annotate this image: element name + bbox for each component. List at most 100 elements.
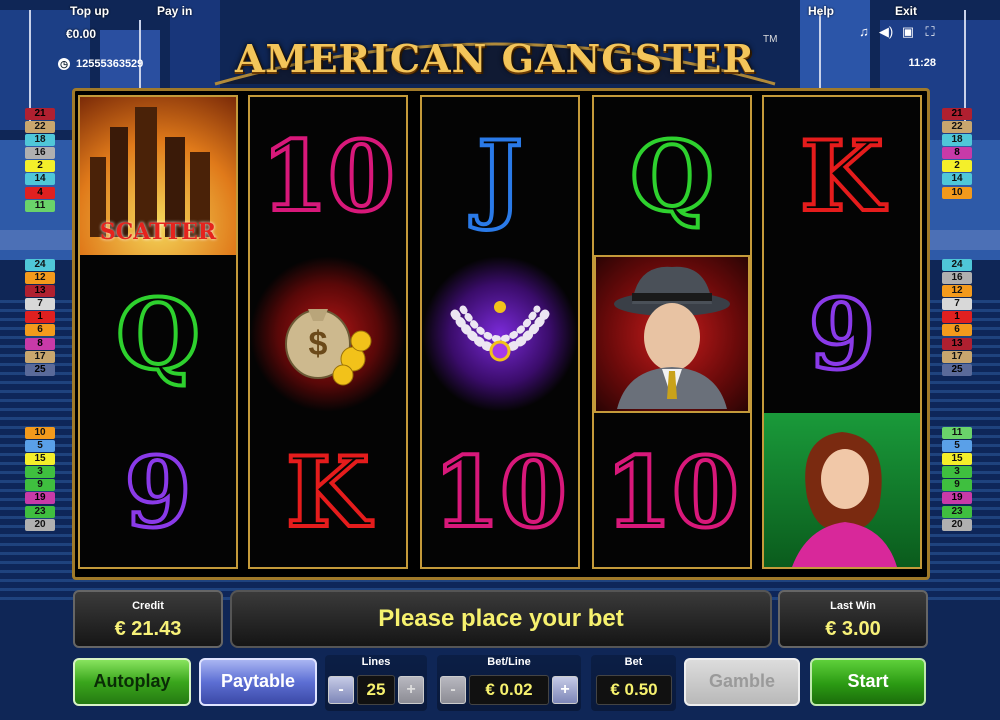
paytable-button[interactable]: Paytable <box>199 658 317 706</box>
line-indicator: 18 <box>25 134 55 147</box>
session-id: 12555363529 <box>76 58 144 70</box>
line-indicator: 25 <box>942 363 972 376</box>
symbol-10: 10 <box>259 118 397 235</box>
last-win-panel: Last Win € 3.00 <box>778 590 928 648</box>
line-indicator: 3 <box>942 466 972 479</box>
bet-line-minus-button[interactable]: - <box>440 676 466 704</box>
line-indicator: 20 <box>942 518 972 531</box>
autoplay-button[interactable]: Autoplay <box>73 658 191 706</box>
symbol-q: Q <box>628 118 716 235</box>
line-indicator: 17 <box>942 350 972 363</box>
pay-in-link[interactable]: Pay in <box>157 4 192 18</box>
necklace-icon <box>450 301 550 362</box>
line-indicator: 19 <box>942 492 972 505</box>
bet-label: Bet <box>624 656 643 668</box>
line-indicator: 23 <box>25 505 55 518</box>
help-link[interactable]: Help <box>808 4 834 18</box>
symbol-j: J <box>475 118 524 235</box>
line-indicator: 3 <box>25 466 55 479</box>
line-indicator: 15 <box>25 453 55 466</box>
symbol-q: Q <box>114 276 202 393</box>
line-indicator: 7 <box>25 298 55 311</box>
line-indicator: 5 <box>942 440 972 453</box>
line-indicator: 7 <box>942 298 972 311</box>
music-icon[interactable]: ♫ <box>856 25 872 39</box>
money-bag-icon: $ <box>285 309 372 386</box>
line-indicator: 11 <box>25 199 55 212</box>
line-indicator: 13 <box>942 337 972 350</box>
bet-value: € 0.50 <box>596 675 672 705</box>
window-icon[interactable]: ▣ <box>900 25 916 39</box>
scatter-symbol: SCATTER <box>80 97 236 255</box>
settings-icons: ♫ ◀) ▣ ⛶ <box>856 25 938 39</box>
line-indicator: 1 <box>25 311 55 324</box>
symbol-k: K <box>284 434 371 551</box>
right-lines-bot: 11 5 15 3 9 19 23 20 <box>942 427 972 532</box>
status-message: Please place your bet <box>230 590 772 648</box>
symbol-10: 10 <box>431 434 569 551</box>
last-win-label: Last Win <box>830 600 876 612</box>
money-bag-symbol: $ <box>250 255 406 413</box>
line-indicator: 25 <box>25 363 55 376</box>
gamble-button[interactable]: Gamble <box>684 658 800 706</box>
lines-minus-button[interactable]: - <box>328 676 354 704</box>
line-indicator: 5 <box>25 440 55 453</box>
speaker-icon[interactable]: ◀) <box>878 25 894 39</box>
scatter-label: SCATTER <box>99 219 217 245</box>
line-indicator: 12 <box>942 285 972 298</box>
line-indicator: 2 <box>25 160 55 173</box>
left-lines-top: 21 22 18 16 2 14 4 11 <box>25 108 55 213</box>
lines-value: 25 <box>357 675 395 705</box>
line-indicator: 21 <box>25 108 55 120</box>
line-indicator: 12 <box>25 272 55 285</box>
reel-3: J 10 <box>420 95 580 569</box>
gangster-symbol <box>594 255 750 413</box>
line-indicator: 14 <box>942 173 972 186</box>
line-indicator: 23 <box>942 505 972 518</box>
gangster-icon <box>614 266 730 409</box>
lady-icon <box>792 432 897 567</box>
left-lines-mid: 24 12 13 7 1 6 8 17 25 <box>25 259 55 377</box>
line-indicator: 24 <box>25 259 55 271</box>
top-up-link[interactable]: Top up <box>70 4 109 18</box>
line-indicator: 18 <box>942 134 972 147</box>
left-lines-bot: 10 5 15 3 9 19 23 20 <box>25 427 55 532</box>
trademark: TM <box>763 34 778 45</box>
line-indicator: 6 <box>942 324 972 337</box>
exit-link[interactable]: Exit <box>895 4 917 18</box>
line-indicator: 22 <box>25 121 55 134</box>
symbol-9: 9 <box>123 434 194 551</box>
bet-line-value: € 0.02 <box>469 675 549 705</box>
line-indicator: 16 <box>942 272 972 285</box>
line-indicator: 13 <box>25 285 55 298</box>
necklace-symbol <box>422 255 578 413</box>
game-title: AMERICAN GANGSTER <box>235 36 755 81</box>
lines-plus-button[interactable]: + <box>398 676 424 704</box>
symbol-k: K <box>798 118 885 235</box>
session-icon: ◷ <box>58 58 70 70</box>
line-indicator: 6 <box>25 324 55 337</box>
fullscreen-icon[interactable]: ⛶ <box>922 25 938 39</box>
credit-panel: Credit € 21.43 <box>73 590 223 648</box>
line-indicator: 15 <box>942 453 972 466</box>
bet-line-plus-button[interactable]: + <box>552 676 578 704</box>
right-lines-top: 21 22 18 8 2 14 10 <box>942 108 972 200</box>
line-indicator: 10 <box>942 186 972 199</box>
line-indicator: 17 <box>25 350 55 363</box>
svg-text:$: $ <box>309 325 328 363</box>
bet-line-label: Bet/Line <box>487 656 531 668</box>
start-button[interactable]: Start <box>810 658 926 706</box>
line-indicator: 21 <box>942 108 972 120</box>
line-indicator: 22 <box>942 121 972 134</box>
symbol-9: 9 <box>807 276 878 393</box>
line-indicator: 19 <box>25 492 55 505</box>
line-indicator: 14 <box>25 173 55 186</box>
line-indicator: 10 <box>25 427 55 439</box>
line-indicator: 8 <box>25 337 55 350</box>
line-indicator: 16 <box>25 147 55 160</box>
line-indicator: 4 <box>25 186 55 199</box>
session-info: ◷ 12555363529 <box>58 58 143 70</box>
last-win-value: € 3.00 <box>825 618 881 640</box>
line-indicator: 24 <box>942 259 972 271</box>
right-lines-mid: 24 16 12 7 1 6 13 17 25 <box>942 259 972 377</box>
